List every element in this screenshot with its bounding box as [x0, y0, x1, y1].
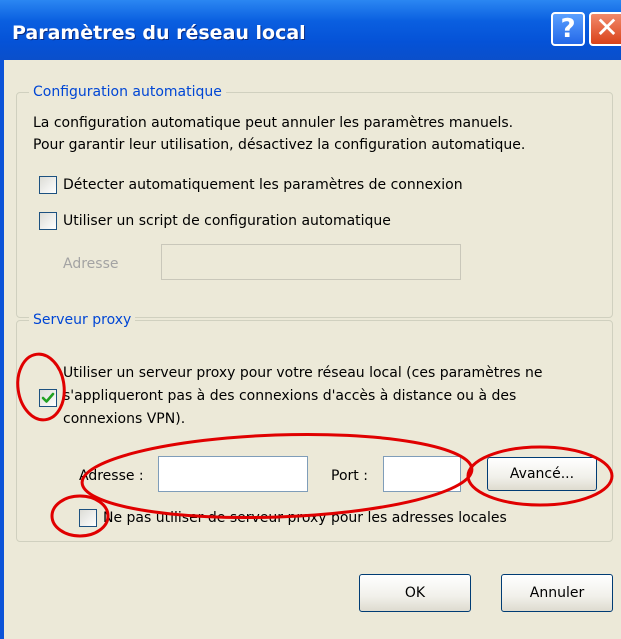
- detect-settings-checkbox[interactable]: [39, 176, 57, 194]
- detect-settings-label[interactable]: Détecter automatiquement les paramètres …: [63, 175, 463, 195]
- cancel-button[interactable]: Annuler: [501, 574, 613, 612]
- use-proxy-checkbox[interactable]: [39, 389, 57, 407]
- bypass-local-label[interactable]: Ne pas utiliser de serveur proxy pour le…: [103, 508, 507, 528]
- proxy-server-title: Serveur proxy: [29, 311, 136, 329]
- window-title: Paramètres du réseau local: [12, 22, 306, 44]
- auto-config-description-line1: La configuration automatique peut annule…: [33, 115, 514, 131]
- auto-config-group: Configuration automatique La configurati…: [16, 83, 613, 318]
- proxy-port-label: Port :: [331, 468, 368, 484]
- check-icon: [41, 392, 55, 403]
- auto-config-description-line2: Pour garantir leur utilisation, désactiv…: [33, 137, 526, 153]
- advanced-button[interactable]: Avancé...: [487, 457, 597, 491]
- close-button[interactable]: ✕: [589, 12, 621, 46]
- cancel-button-label: Annuler: [529, 585, 585, 601]
- auto-config-script-checkbox[interactable]: [39, 212, 57, 230]
- advanced-button-label: Avancé...: [509, 466, 575, 482]
- use-proxy-label-line2[interactable]: s'appliqueront pas à des connexions d'ac…: [63, 386, 516, 407]
- auto-config-script-label[interactable]: Utiliser un script de configuration auto…: [63, 211, 391, 231]
- help-button[interactable]: ?: [551, 12, 585, 46]
- dialog-body: Configuration automatique La configurati…: [4, 60, 621, 639]
- proxy-address-field[interactable]: [158, 456, 308, 492]
- auto-config-title: Configuration automatique: [29, 83, 226, 101]
- script-address-field[interactable]: [161, 244, 461, 280]
- ok-button-label: OK: [404, 585, 426, 601]
- bypass-local-checkbox[interactable]: [79, 509, 97, 527]
- script-address-label: Adresse: [63, 256, 119, 272]
- use-proxy-label-line3[interactable]: connexions VPN).: [63, 409, 185, 430]
- proxy-address-label: Adresse :: [79, 468, 144, 484]
- lan-settings-dialog: Paramètres du réseau local ? ✕ Configura…: [0, 0, 621, 639]
- help-icon: ?: [560, 14, 576, 44]
- proxy-server-group: Serveur proxy Utiliser un serveur proxy …: [16, 311, 613, 542]
- title-bar[interactable]: Paramètres du réseau local ? ✕: [0, 0, 621, 60]
- close-icon: ✕: [595, 11, 619, 44]
- ok-button[interactable]: OK: [359, 574, 471, 612]
- proxy-port-field[interactable]: [383, 456, 461, 492]
- use-proxy-label-line1[interactable]: Utiliser un serveur proxy pour votre rés…: [63, 363, 543, 384]
